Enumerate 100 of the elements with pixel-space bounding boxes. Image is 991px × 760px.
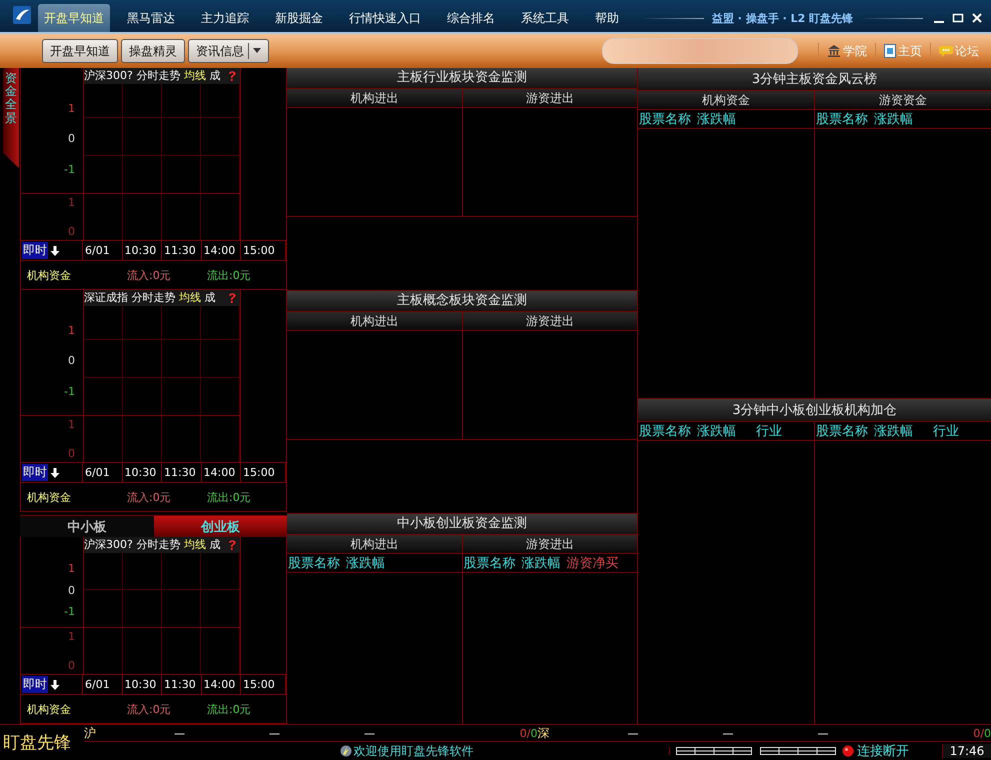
side-tab[interactable]: 资金全景 (3, 68, 19, 168)
section-title: 主板概念板块资金监测 (287, 291, 637, 312)
field-header: 涨跌幅 (874, 111, 913, 128)
menu-tab[interactable]: 行情快速入口 (336, 4, 434, 32)
chart-header: 深证成指 分时走势 均线 成 (84, 290, 240, 306)
down-arrow-icon (50, 468, 60, 478)
speech-bubble-icon (939, 45, 953, 57)
column-header: 机构进出 (287, 312, 462, 330)
column-header: 游资进出 (524, 313, 575, 330)
field-header: 股票名称 (639, 423, 691, 440)
maximize-icon[interactable] (952, 12, 964, 24)
field-header: 游资净买 (566, 555, 618, 572)
board-tab[interactable]: 中小板 (20, 515, 154, 537)
field-header: 行业 (933, 423, 959, 440)
section-title: 中小板创业板资金监测 (287, 514, 637, 535)
axis-label: 0 (68, 132, 75, 145)
realtime-button[interactable]: 即时 (21, 463, 83, 482)
chart-header: 沪深300? 分时走势 均线 成 (84, 537, 240, 553)
axis-label: 0 (68, 225, 75, 238)
quote-value: — (818, 726, 830, 740)
column-header: 机构进出 (287, 535, 462, 553)
axis-label: 1 (68, 630, 75, 643)
field-header: 股票名称 (464, 555, 516, 572)
segment-bar-icon (760, 747, 836, 755)
market-label: 深 (538, 724, 550, 742)
field-header: 行业 (756, 423, 782, 440)
axis-label: 1 (68, 418, 75, 431)
menu-tab[interactable]: 黑马雷达 (114, 4, 188, 32)
ratio-text: 0/0 (520, 726, 538, 740)
toolbar-button[interactable]: 资讯信息 (188, 39, 269, 63)
menu-tab[interactable]: 新股掘金 (262, 4, 336, 32)
board-tab[interactable]: 创业板 (154, 515, 287, 537)
down-arrow-icon (50, 246, 60, 256)
chart-header: 沪深300? 分时走势 均线 成 (84, 68, 240, 84)
axis-label: 1 (68, 102, 75, 114)
menu-tab[interactable]: 综合排名 (434, 4, 508, 32)
field-header: 涨跌幅 (697, 111, 736, 128)
field-header: 涨跌幅 (522, 555, 560, 572)
outflow-text: 流出:0元 (207, 702, 251, 716)
help-icon[interactable] (227, 292, 237, 304)
outflow-text: 流出:0元 (207, 490, 251, 504)
axis-label: 0 (68, 659, 75, 672)
outflow-text: 流出:0元 (207, 268, 251, 282)
section-title: 3分钟主板资金风云榜 (638, 68, 991, 91)
column-header: 游资进出 (524, 536, 575, 553)
realtime-button[interactable]: 即时 (21, 241, 83, 260)
section-title: 主板行业板块资金监测 (287, 68, 637, 89)
globe-icon (340, 745, 352, 757)
time-label: 10:30 (122, 463, 162, 482)
fund-label: 机构资金 (27, 268, 72, 282)
field-header: 股票名称 (816, 111, 868, 128)
quote-value: — (174, 726, 186, 740)
time-label: 6/01 (83, 675, 122, 694)
toolbar-button[interactable]: 操盘精灵 (121, 39, 185, 63)
down-arrow-icon (50, 680, 60, 690)
axis-label: 0 (68, 354, 75, 367)
realtime-button[interactable]: 即时 (21, 675, 83, 694)
toolbar-button[interactable]: 开盘早知道 (42, 39, 118, 63)
help-icon[interactable] (227, 539, 237, 551)
ratio-text: 0/0 (973, 726, 991, 740)
axis-label: 1 (68, 324, 75, 336)
menu-tab[interactable]: 系统工具 (508, 4, 582, 32)
axis-label: -1 (64, 605, 75, 618)
time-label: 14:00 (202, 241, 241, 260)
axis-label: 0 (68, 584, 75, 596)
inflow-text: 流入:0元 (127, 490, 172, 504)
time-label: 15:00 (241, 463, 286, 482)
fund-label: 机构资金 (27, 490, 72, 504)
menu-tab[interactable]: 主力追踪 (188, 4, 262, 32)
help-icon[interactable] (227, 70, 237, 82)
menu-tab[interactable]: 帮助 (582, 4, 632, 32)
time-label: 11:30 (162, 675, 202, 694)
field-header: 股票名称 (816, 423, 868, 440)
segment-bar-icon (676, 747, 752, 755)
time-label: 10:30 (122, 241, 162, 260)
input-field[interactable] (602, 38, 798, 64)
field-header: 涨跌幅 (346, 555, 385, 572)
connection-status: 连接断开 (857, 743, 909, 760)
section-title: 3分钟中小板创业板机构加仓 (638, 399, 991, 422)
column-header: 机构资金 (638, 91, 815, 109)
inflow-text: 流入:0元 (127, 702, 172, 716)
field-header: 股票名称 (639, 111, 691, 128)
column-header: 游资资金 (878, 92, 928, 109)
fund-label: 机构资金 (27, 702, 72, 716)
field-header: 股票名称 (288, 555, 340, 572)
quote-value: — (269, 726, 281, 740)
menu-tab[interactable]: 开盘早知道 (38, 4, 110, 32)
logo-icon (12, 5, 32, 25)
time-label: 14:00 (202, 463, 241, 482)
window-title: 益盟 · 操盘手 · L2 盯盘先锋 (712, 10, 854, 26)
field-header: 涨跌幅 (697, 423, 736, 440)
close-icon[interactable] (971, 12, 983, 24)
welcome-text: 欢迎使用盯盘先锋软件 (354, 742, 474, 760)
inflow-text: 流入:0元 (127, 268, 172, 282)
time-label: 10:30 (122, 675, 162, 694)
axis-label: -1 (64, 384, 75, 398)
time-label: 14:00 (202, 675, 241, 694)
caret-icon (253, 48, 261, 54)
building-icon (827, 44, 841, 58)
quote-value: — (722, 726, 734, 740)
